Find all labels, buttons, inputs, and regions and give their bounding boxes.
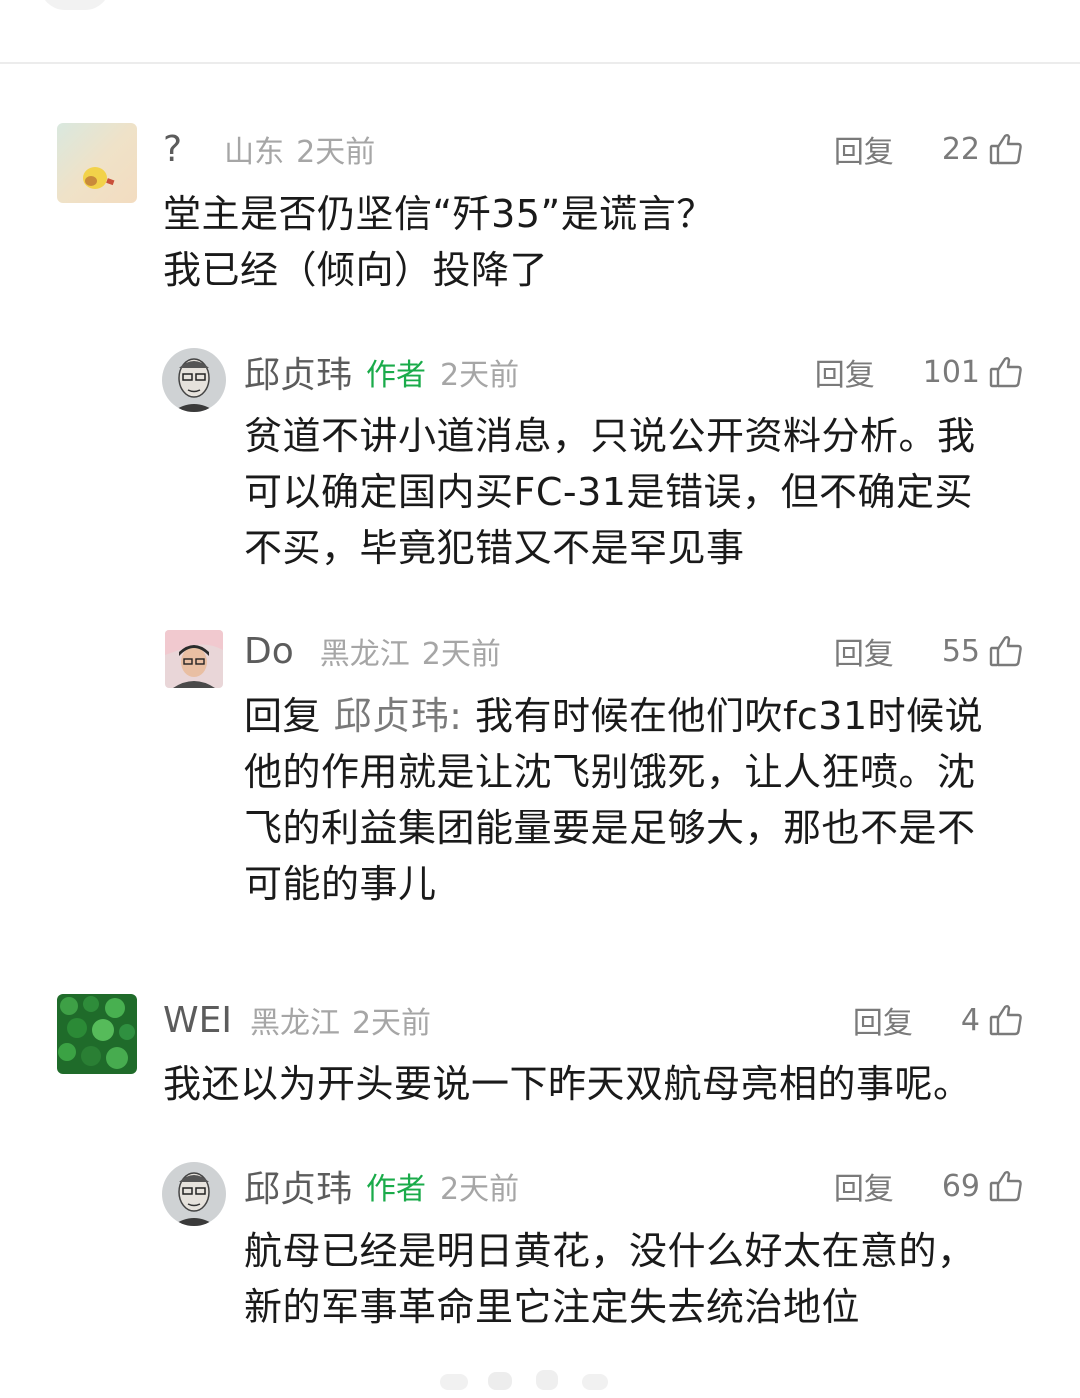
comment-meta: 黑龙江 2天前 xyxy=(250,998,431,1042)
thumbs-up-icon[interactable] xyxy=(988,354,1024,390)
text-fragment: 我有时候在他们吹fc31时候说 xyxy=(475,694,984,738)
timestamp: 2天前 xyxy=(296,135,376,170)
reply-target-link[interactable]: 邱贞玮: xyxy=(334,694,463,738)
reply-button[interactable]: 回复 xyxy=(815,350,875,394)
thumbs-up-icon[interactable] xyxy=(988,1168,1024,1204)
username[interactable]: 邱贞玮 xyxy=(244,346,352,398)
comment-text: 贫道不讲小道消息，只说公开资料分析。我 可以确定国内买FC-31是错误，但不确定… xyxy=(244,408,1034,576)
top-bar xyxy=(0,0,1080,62)
comment-text: 航母已经是明日黄花，没什么好太在意的， 新的军事革命里它注定失去统治地位 xyxy=(244,1223,1034,1335)
text-line: 堂主是否仍坚信“歼35”是谎言？ xyxy=(163,192,715,236)
timestamp: 2天前 xyxy=(421,637,501,672)
comment-text: 我还以为开头要说一下昨天双航母亮相的事呢。 xyxy=(163,1056,1043,1112)
comment-text: 堂主是否仍坚信“歼35”是谎言？ 我已经（倾向）投降了 xyxy=(163,186,1023,298)
text-line: 我已经（倾向）投降了 xyxy=(163,248,549,292)
username[interactable]: Do xyxy=(244,631,294,672)
reply-button[interactable]: 回复 xyxy=(834,127,894,171)
reply-button[interactable]: 回复 xyxy=(853,998,913,1042)
comment-meta: 黑龙江 2天前 xyxy=(320,629,501,673)
author-badge: 作者 xyxy=(366,1172,427,1207)
text-line: 不买，毕竟犯错又不是罕见事 xyxy=(244,526,745,570)
avatar[interactable] xyxy=(162,348,226,412)
timestamp: 2天前 xyxy=(440,358,520,393)
like-count: 55 xyxy=(941,633,980,669)
text-line: 他的作用就是让沈飞别饿死，让人狂喷。沈 xyxy=(244,750,976,794)
location: 黑龙江 xyxy=(319,637,410,672)
avatar[interactable] xyxy=(162,1162,226,1226)
username[interactable]: ? xyxy=(163,129,182,170)
reply-prefix: 回复 xyxy=(244,694,322,738)
avatar[interactable] xyxy=(57,123,137,203)
like-count: 4 xyxy=(960,1002,980,1038)
location: 山东 xyxy=(224,135,285,170)
thumbs-up-icon[interactable] xyxy=(988,1002,1024,1038)
top-input-pill[interactable] xyxy=(40,0,110,10)
avatar[interactable] xyxy=(165,630,223,688)
reply-button[interactable]: 回复 xyxy=(834,1164,894,1208)
text-line: 航母已经是明日黄花，没什么好太在意的， xyxy=(244,1229,976,1273)
text-line: 新的军事革命里它注定失去统治地位 xyxy=(244,1285,861,1329)
divider xyxy=(0,62,1080,64)
thumbs-up-icon[interactable] xyxy=(988,633,1024,669)
text-line: 贫道不讲小道消息，只说公开资料分析。我 xyxy=(244,414,976,458)
author-badge: 作者 xyxy=(366,358,427,393)
thumbs-up-icon[interactable] xyxy=(988,131,1024,167)
text-line: 我还以为开头要说一下昨天双航母亮相的事呢。 xyxy=(163,1062,972,1106)
text-line: 可以确定国内买FC-31是错误，但不确定买 xyxy=(244,470,973,514)
username[interactable]: WEI xyxy=(163,1000,232,1041)
comment-text: 回复 邱贞玮: 我有时候在他们吹fc31时候说 他的作用就是让沈飞别饿死，让人狂… xyxy=(244,688,1034,912)
avatar[interactable] xyxy=(57,994,137,1074)
like-count: 69 xyxy=(941,1168,980,1204)
text-line: 回复 邱贞玮: 我有时候在他们吹fc31时候说 xyxy=(244,688,1034,744)
username[interactable]: 邱贞玮 xyxy=(244,1160,352,1212)
location: 黑龙江 xyxy=(249,1006,340,1041)
reply-button[interactable]: 回复 xyxy=(834,629,894,673)
like-count: 22 xyxy=(941,131,980,167)
comment-meta: 山东 2天前 xyxy=(224,127,375,171)
home-indicator xyxy=(440,1368,640,1392)
text-line: 可能的事儿 xyxy=(244,862,437,906)
text-line: 飞的利益集团能量要是足够大，那也不是不 xyxy=(244,806,976,850)
like-count: 101 xyxy=(922,354,980,390)
timestamp: 2天前 xyxy=(351,1006,432,1041)
timestamp: 2天前 xyxy=(440,1172,520,1207)
